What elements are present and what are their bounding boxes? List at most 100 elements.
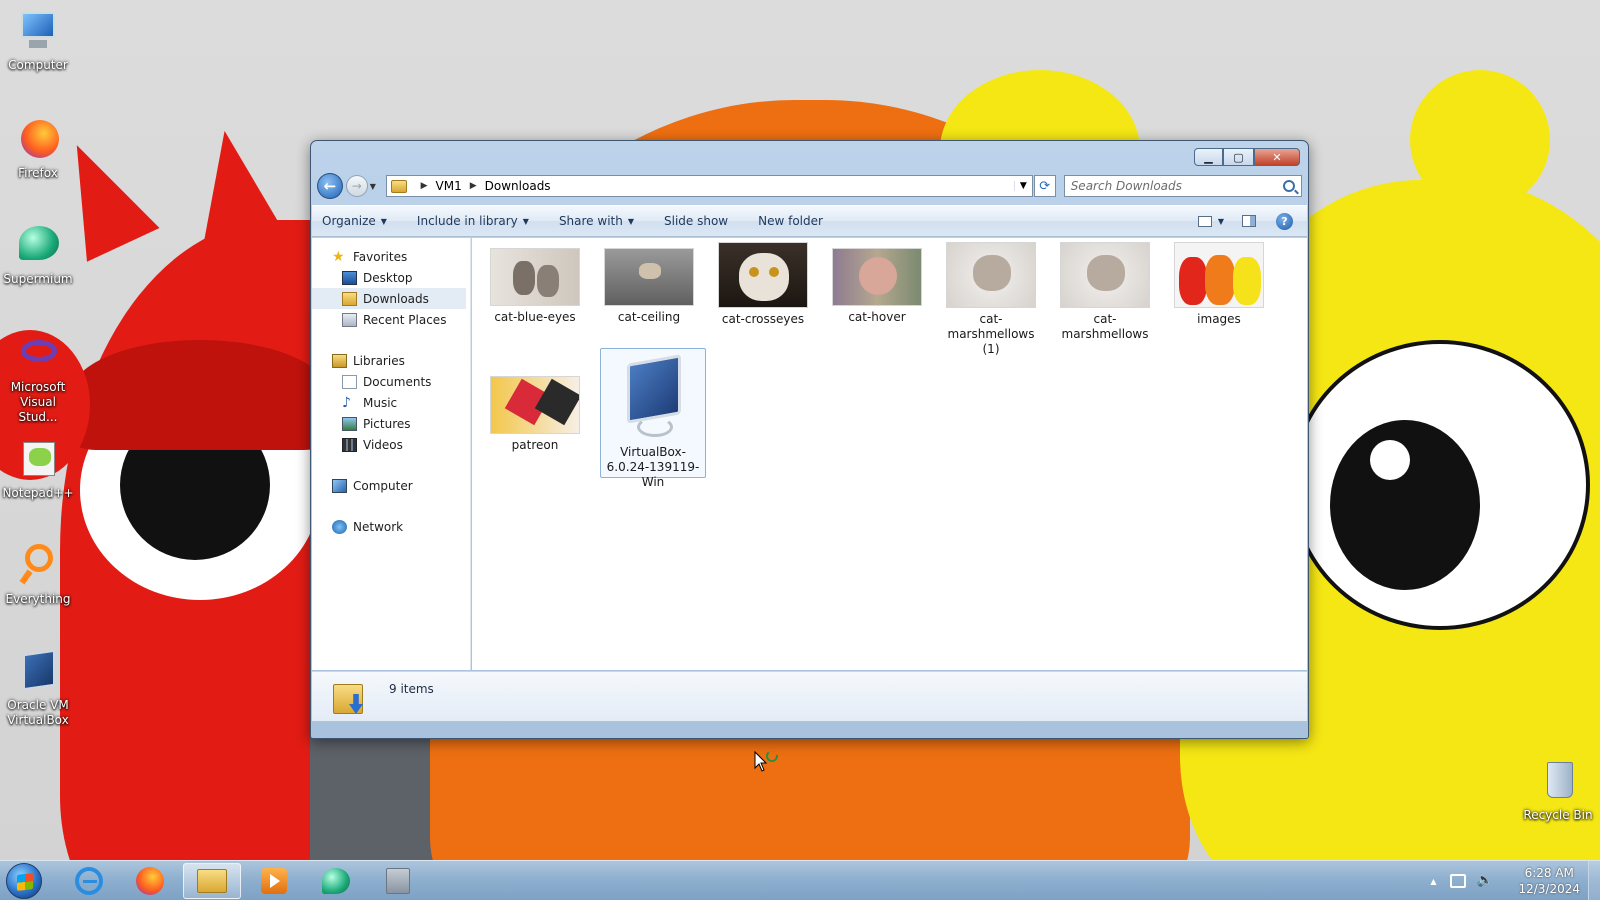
app-icon — [386, 868, 410, 894]
item-count: 9 items — [389, 682, 434, 696]
taskbar-media-player[interactable] — [245, 863, 303, 899]
everything-icon — [15, 542, 61, 588]
star-icon: ★ — [332, 248, 345, 265]
start-button[interactable] — [6, 863, 42, 899]
search-placeholder: Search Downloads — [1070, 179, 1182, 193]
desktop-icon-firefox[interactable]: Firefox — [0, 116, 76, 181]
address-bar[interactable]: ▶ VM1 ▶ Downloads ▼ — [385, 175, 1033, 197]
videos-icon — [342, 437, 357, 452]
desktop-icon-everything[interactable]: Everything — [0, 542, 76, 607]
network-tray-icon[interactable] — [1450, 874, 1467, 888]
address-dropdown-icon[interactable]: ▼ — [1013, 181, 1032, 191]
nav-pictures[interactable]: Pictures — [312, 413, 470, 434]
back-arrow-icon: ← — [323, 177, 337, 195]
recent-places-icon — [342, 312, 357, 327]
file-item-cat-marshmellows[interactable]: cat-marshmellows — [1052, 242, 1158, 342]
taskbar-clock[interactable]: 6:28 AM 12/3/2024 — [1518, 865, 1580, 897]
desktop-icon-visual-studio[interactable]: Microsoft Visual Stud... — [0, 330, 76, 425]
taskbar: ▲ 🔈 6:28 AM 12/3/2024 — [0, 860, 1600, 900]
nav-libraries[interactable]: Libraries — [312, 350, 470, 371]
visual-studio-icon — [15, 330, 61, 376]
slide-show-label: Slide show — [664, 214, 729, 228]
minimize-button[interactable]: ▁ — [1194, 148, 1223, 166]
volume-muted-icon[interactable]: 🔈 — [1476, 874, 1492, 888]
new-folder-label: New folder — [758, 214, 823, 228]
slide-show-button[interactable]: Slide show — [664, 214, 728, 228]
maximize-icon: ▢ — [1233, 150, 1244, 164]
taskbar-firefox[interactable] — [121, 863, 179, 899]
view-options-dropdown-icon[interactable]: ▼ — [1218, 217, 1224, 226]
chevron-down-icon: ▼ — [522, 216, 529, 226]
close-button[interactable]: ✕ — [1254, 148, 1300, 166]
firefox-icon — [136, 867, 164, 895]
include-in-library-button[interactable]: Include in library ▼ — [417, 214, 529, 228]
refresh-button[interactable]: ⟳ — [1033, 175, 1056, 197]
file-item-patreon[interactable]: patreon — [482, 376, 588, 453]
organize-button[interactable]: Organize ▼ — [322, 214, 387, 228]
music-icon: ♪ — [342, 394, 351, 411]
nav-network[interactable]: Network — [312, 516, 470, 537]
show-hidden-icons-icon[interactable]: ▲ — [1430, 877, 1436, 886]
new-folder-button[interactable]: New folder — [758, 214, 823, 228]
desktop-icon-computer[interactable]: Computer — [0, 8, 76, 73]
internet-explorer-icon — [75, 867, 103, 895]
nav-desktop[interactable]: Desktop — [312, 267, 470, 288]
image-thumbnail — [718, 242, 808, 308]
taskbar-internet-explorer[interactable] — [60, 863, 118, 899]
file-item-cat-marshmellows-1[interactable]: cat-marshmellows (1) — [938, 242, 1044, 357]
nav-recent-places[interactable]: Recent Places — [312, 309, 470, 330]
show-desktop-button[interactable] — [1588, 861, 1600, 900]
file-item-virtualbox-installer[interactable]: VirtualBox-6.0.24-139119-Win — [600, 348, 706, 489]
image-thumbnail — [832, 248, 922, 306]
file-item-cat-ceiling[interactable]: cat-ceiling — [596, 248, 702, 325]
file-list: cat-blue-eyes cat-ceiling cat-crosseyes … — [472, 238, 1307, 670]
image-thumbnail — [1060, 242, 1150, 308]
chevron-down-icon: ▼ — [627, 216, 634, 226]
taskbar-supermium[interactable] — [307, 863, 365, 899]
notepadpp-icon — [15, 436, 61, 482]
change-view-icon[interactable] — [1197, 215, 1212, 227]
chevron-down-icon: ▼ — [380, 216, 387, 226]
desktop-icon-notepadpp[interactable]: Notepad++ — [0, 436, 76, 501]
command-bar: Organize ▼ Include in library ▼ Share with… — [312, 205, 1307, 237]
share-with-button[interactable]: Share with ▼ — [559, 214, 634, 228]
back-button[interactable]: ← — [317, 173, 343, 199]
desktop-icon-supermium[interactable]: Supermium — [0, 222, 76, 287]
recycle-bin-icon — [1535, 758, 1581, 804]
nav-favorites[interactable]: ★ Favorites — [312, 246, 470, 267]
chevron-right-icon: ▶ — [469, 181, 477, 191]
file-item-cat-blue-eyes[interactable]: cat-blue-eyes — [482, 248, 588, 325]
image-thumbnail — [1174, 242, 1264, 308]
file-item-images[interactable]: images — [1166, 242, 1272, 327]
desktop-icon-virtualbox[interactable]: Oracle VM VirtualBox — [0, 648, 76, 728]
preview-pane-icon[interactable] — [1242, 215, 1256, 227]
forward-button[interactable]: → — [345, 175, 368, 197]
file-item-cat-hover[interactable]: cat-hover — [824, 248, 930, 325]
search-input[interactable]: Search Downloads — [1063, 175, 1303, 197]
file-item-cat-crosseyes[interactable]: cat-crosseyes — [710, 242, 816, 327]
breadcrumb-downloads[interactable]: Downloads — [485, 179, 551, 193]
image-thumbnail — [946, 242, 1036, 308]
maximize-button[interactable]: ▢ — [1223, 148, 1254, 166]
chevron-right-icon: ▶ — [420, 181, 428, 191]
forward-arrow-icon: → — [351, 179, 362, 193]
desktop-icon-recycle-bin[interactable]: Recycle Bin — [1520, 758, 1596, 823]
computer-icon — [15, 8, 61, 54]
search-icon[interactable] — [1283, 180, 1296, 192]
window-caption-buttons: ▁ ▢ ✕ — [1194, 148, 1300, 166]
help-icon[interactable]: ? — [1276, 212, 1293, 230]
libraries-icon — [332, 353, 347, 368]
taskbar-windows-explorer[interactable] — [183, 863, 241, 899]
recent-pages-dropdown[interactable]: ▼ — [370, 182, 380, 191]
nav-computer[interactable]: Computer — [312, 475, 470, 496]
taskbar-app[interactable] — [369, 863, 427, 899]
nav-documents[interactable]: Documents — [312, 371, 470, 392]
nav-downloads[interactable]: Downloads — [312, 288, 466, 309]
explorer-window[interactable]: ▁ ▢ ✕ ← → ▼ ▶ VM1 ▶ Downloads ▼ ⟳ Search… — [310, 140, 1309, 739]
breadcrumb-vm1[interactable]: VM1 — [436, 179, 462, 193]
nav-music[interactable]: ♪ Music — [312, 392, 470, 413]
folder-icon — [390, 179, 407, 193]
navigation-bar: ← → ▼ ▶ VM1 ▶ Downloads ▼ ⟳ Search Downl… — [317, 173, 1303, 199]
virtualbox-icon — [15, 648, 61, 694]
nav-videos[interactable]: Videos — [312, 434, 470, 455]
